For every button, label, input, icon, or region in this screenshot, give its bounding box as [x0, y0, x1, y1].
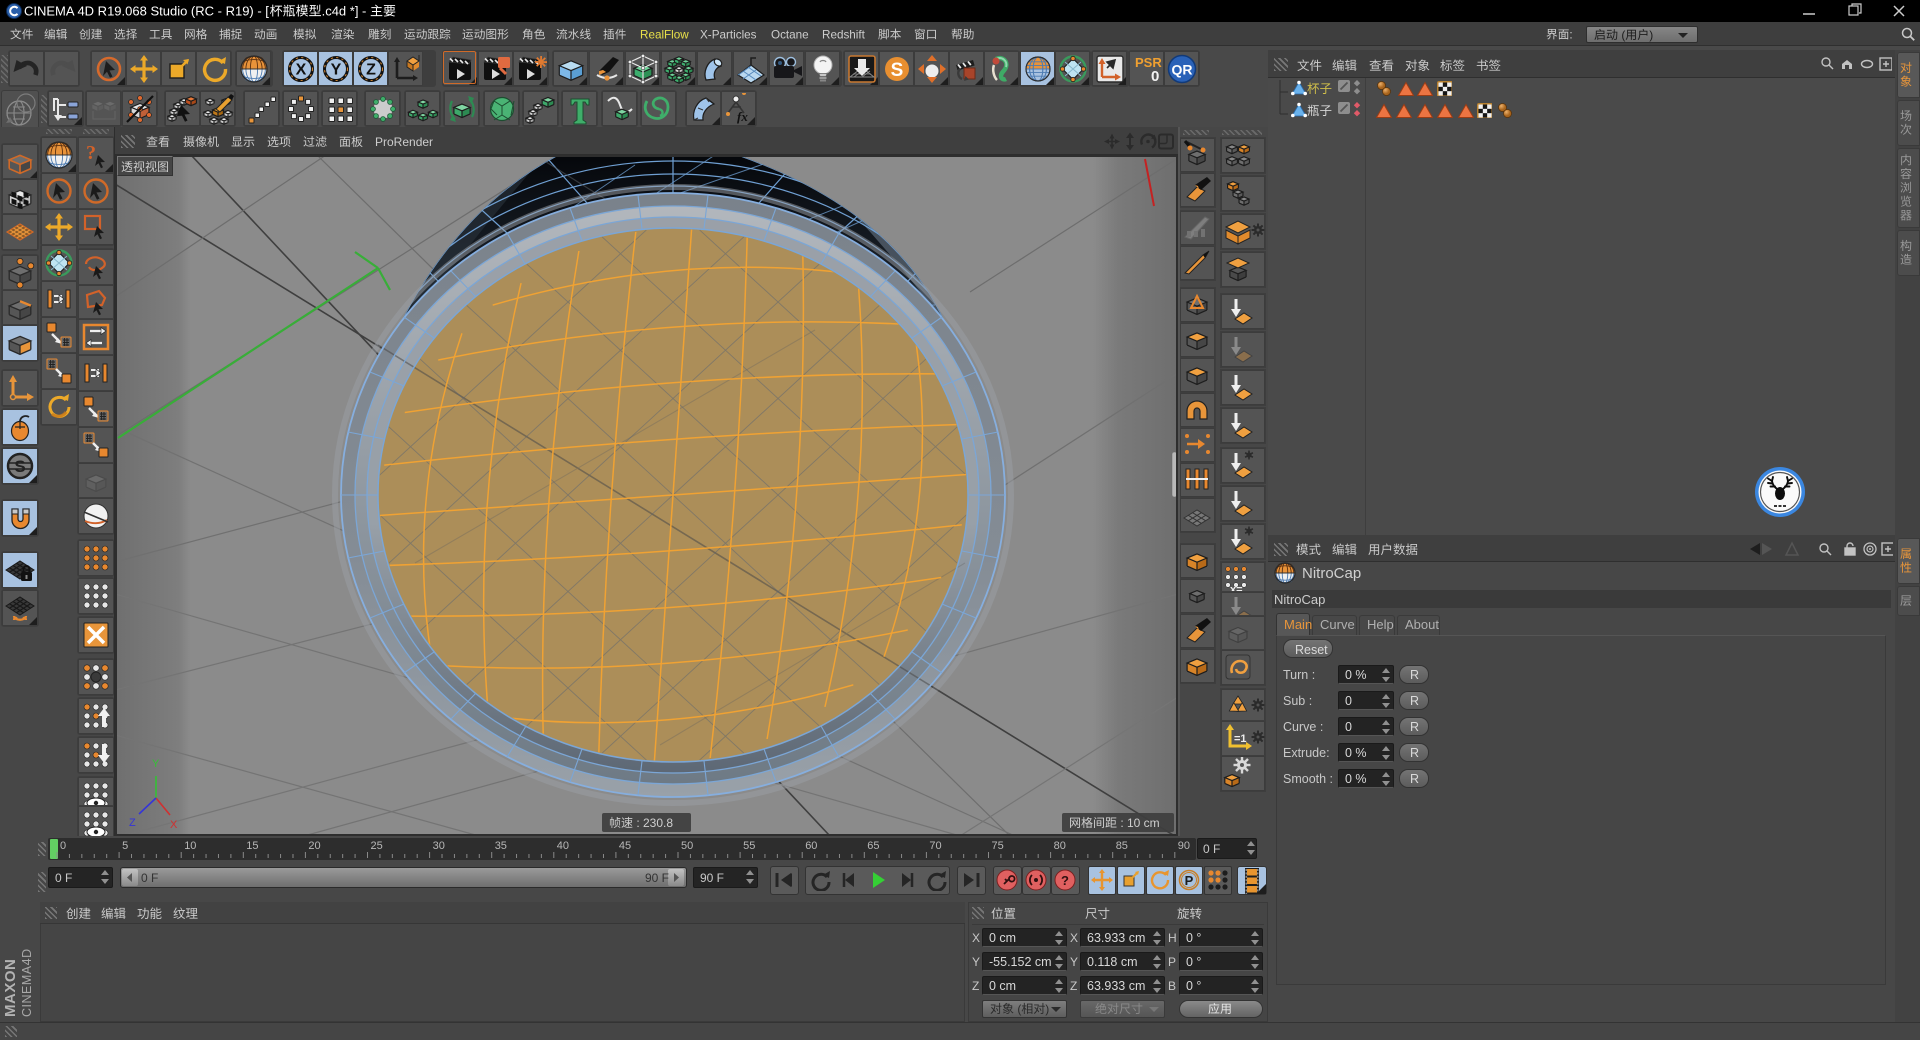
svg-text:0: 0: [1151, 68, 1159, 85]
svg-text:40: 40: [557, 840, 569, 852]
svg-text:45: 45: [619, 840, 631, 852]
svg-text:90: 90: [1178, 840, 1190, 852]
svg-text:15: 15: [246, 840, 258, 852]
svg-text:fx: fx: [737, 109, 748, 124]
svg-text:30: 30: [433, 840, 445, 852]
svg-text:?: ?: [86, 142, 96, 164]
svg-text:65: 65: [867, 840, 879, 852]
svg-text:X: X: [295, 61, 306, 78]
svg-text:5: 5: [122, 840, 128, 852]
svg-text:70: 70: [929, 840, 941, 852]
svg-text:QR: QR: [1171, 61, 1192, 77]
svg-text:S: S: [14, 457, 25, 476]
svg-text:Z: Z: [129, 817, 136, 829]
svg-text:Z: Z: [366, 61, 376, 78]
svg-text:55: 55: [743, 840, 755, 852]
svg-text:=1: =1: [1234, 733, 1247, 745]
svg-text:Y: Y: [330, 61, 341, 78]
svg-text:0: 0: [60, 840, 66, 852]
svg-text:80: 80: [1054, 840, 1066, 852]
svg-text:25: 25: [371, 840, 383, 852]
svg-text:35: 35: [495, 840, 507, 852]
svg-text:50: 50: [681, 840, 693, 852]
svg-text:P: P: [1185, 873, 1194, 888]
svg-text:Y: Y: [152, 758, 160, 770]
svg-text:?: ?: [1061, 873, 1069, 888]
svg-text:S: S: [890, 60, 903, 81]
svg-text:85: 85: [1116, 840, 1128, 852]
svg-text:75: 75: [992, 840, 1004, 852]
svg-text:60: 60: [805, 840, 817, 852]
svg-text:10: 10: [184, 840, 196, 852]
svg-text:20: 20: [308, 840, 320, 852]
svg-text:X: X: [170, 819, 178, 831]
